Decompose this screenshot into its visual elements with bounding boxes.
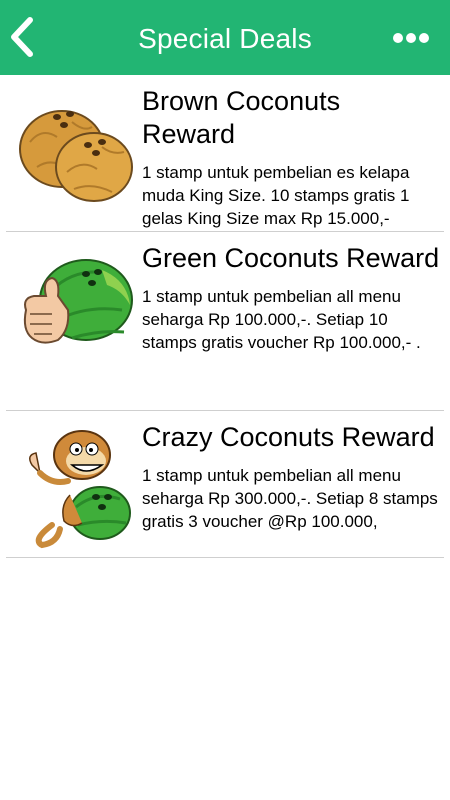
green-coconut-thumbs-up-image	[12, 250, 136, 362]
deals-list: Brown Coconuts Reward 1 stamp untuk pemb…	[0, 75, 450, 558]
deal-description: 1 stamp untuk pembelian es kelapa muda K…	[142, 163, 410, 228]
monkey-green-coconut-image	[12, 425, 136, 549]
deal-text: Brown Coconuts Reward 1 stamp untuk pemb…	[142, 85, 440, 230]
page-title: Special Deals	[138, 23, 312, 54]
deal-description: 1 stamp untuk pembelian all menu seharga…	[142, 287, 421, 352]
deal-item-brown-coconuts[interactable]: Brown Coconuts Reward 1 stamp untuk pemb…	[6, 75, 444, 232]
deal-title: Crazy Coconuts Reward	[142, 422, 435, 452]
more-dots-icon	[393, 33, 429, 43]
deal-title: Green Coconuts Reward	[142, 243, 440, 273]
deal-item-crazy-coconuts[interactable]: Crazy Coconuts Reward 1 stamp untuk pemb…	[6, 411, 444, 558]
brown-coconuts-image	[12, 97, 136, 207]
more-options-button[interactable]	[392, 26, 430, 50]
deal-description: 1 stamp untuk pembelian all menu seharga…	[142, 466, 438, 531]
deal-item-green-coconuts[interactable]: Green Coconuts Reward 1 stamp untuk pemb…	[6, 232, 444, 411]
deal-title: Brown Coconuts Reward	[142, 86, 341, 149]
deal-text: Crazy Coconuts Reward 1 stamp untuk pemb…	[142, 421, 440, 533]
special-deals-screen: Special Deals Brown Coconuts Reward 1 st…	[0, 0, 450, 800]
top-app-bar: Special Deals	[0, 0, 450, 75]
deal-text: Green Coconuts Reward 1 stamp untuk pemb…	[142, 242, 440, 354]
